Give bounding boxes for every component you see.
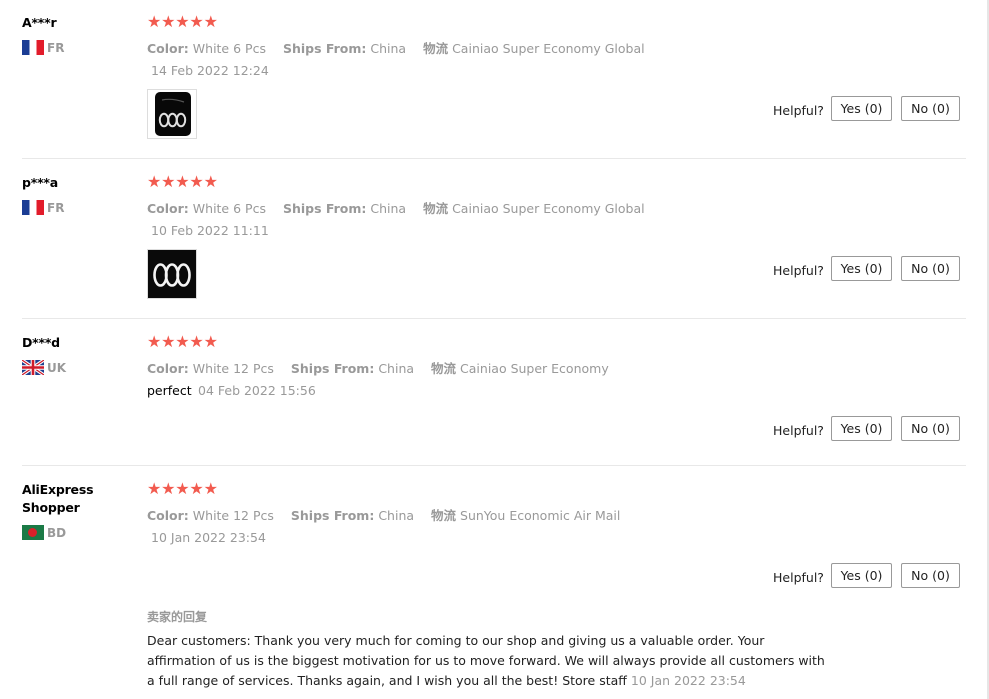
reviewer-name-line2: Shopper [22,500,80,515]
order-info: Color: White 12 Pcs Ships From: China 物流… [147,505,620,524]
logistics-value: SunYou Economic Air Mail [460,508,621,523]
color-label: Color: [147,201,189,216]
france-flag-icon [22,40,44,55]
review-date: 10 Feb 2022 11:11 [151,223,269,238]
country-code: FR [47,40,65,55]
ships-from-value: China [370,41,407,56]
review-divider [22,158,966,159]
helpful-yes-button[interactable]: Yes (0) [831,256,892,281]
reviewer-name: p***a [22,175,58,190]
ships-from-value: China [378,361,415,376]
helpful-no-button[interactable]: No (0) [901,416,960,441]
review-divider [22,465,966,466]
helpful-label: Helpful? [773,423,824,438]
star-rating: ★★★★★ [147,12,218,31]
reviewer-name: D***d [22,335,60,350]
review-divider [22,318,966,319]
reviewer-name: AliExpress Shopper [22,481,94,517]
helpful-label: Helpful? [773,570,824,585]
helpful-label: Helpful? [773,263,824,278]
order-info: Color: White 12 Pcs Ships From: China 物流… [147,358,609,377]
review-date: 10 Jan 2022 23:54 [151,530,266,545]
color-label: Color: [147,508,189,523]
seller-reply: Dear customers: Thank you very much for … [147,631,827,691]
reviewer-country: FR [22,200,64,215]
review-item: p***a FR ★★★★★ Color: White 6 Pcs Ships … [0,172,989,319]
logistics-value: Cainiao Super Economy Global [452,201,645,216]
ships-from-label: Ships From: [290,361,375,376]
review-date: 04 Feb 2022 15:56 [198,383,316,398]
color-value: White 6 Pcs [192,41,266,56]
star-rating: ★★★★★ [147,479,218,498]
country-code: FR [47,200,65,215]
order-info: Color: White 6 Pcs Ships From: China 物流 … [147,38,645,57]
seller-reply-date: 10 Jan 2022 23:54 [630,673,746,688]
review-text: perfect [147,383,192,398]
ships-from-label: Ships From: [282,201,367,216]
ships-from-value: China [378,508,415,523]
ships-from-label: Ships From: [290,508,375,523]
review-item: A***r FR ★★★★★ Color: White 6 Pcs Ships … [0,12,989,159]
country-code: BD [47,525,67,540]
color-value: White 6 Pcs [192,201,266,216]
logistics-value: Cainiao Super Economy [460,361,609,376]
reviewer-country: UK [22,360,66,375]
reviewer-country: BD [22,525,66,540]
france-flag-icon [22,200,44,215]
reviewer-name-line1: AliExpress [22,482,94,497]
review-date: 14 Feb 2022 12:24 [151,63,269,78]
color-label: Color: [147,361,189,376]
product-photo-icon [155,92,191,136]
review-item: D***d UK ★★★★★ Color: White 12 Pcs Ships… [0,332,989,466]
order-info: Color: White 6 Pcs Ships From: China 物流 … [147,198,645,217]
seller-reply-title: 卖家的回复 [147,610,208,624]
color-label: Color: [147,41,189,56]
ships-from-label: Ships From: [282,41,367,56]
product-photo-icon [148,250,196,298]
logistics-value: Cainiao Super Economy Global [452,41,645,56]
helpful-yes-button[interactable]: Yes (0) [831,416,892,441]
reviewer-name: A***r [22,15,57,30]
color-value: White 12 Pcs [192,508,274,523]
ships-from-value: China [370,201,407,216]
star-rating: ★★★★★ [147,172,218,191]
logistics-label: 物流 [431,361,457,376]
reviewer-country: FR [22,40,64,55]
review-photo-thumbnail[interactable] [147,249,197,299]
helpful-yes-button[interactable]: Yes (0) [831,96,892,121]
logistics-label: 物流 [431,508,457,523]
helpful-label: Helpful? [773,103,824,118]
helpful-no-button[interactable]: No (0) [901,96,960,121]
uk-flag-icon [22,360,44,375]
country-code: UK [47,360,67,375]
review-photo-thumbnail[interactable] [147,89,197,139]
logistics-label: 物流 [423,201,449,216]
helpful-no-button[interactable]: No (0) [901,563,960,588]
color-value: White 12 Pcs [192,361,274,376]
helpful-no-button[interactable]: No (0) [901,256,960,281]
bangladesh-flag-icon [22,525,44,540]
star-rating: ★★★★★ [147,332,218,351]
helpful-yes-button[interactable]: Yes (0) [831,563,892,588]
logistics-label: 物流 [423,41,449,56]
